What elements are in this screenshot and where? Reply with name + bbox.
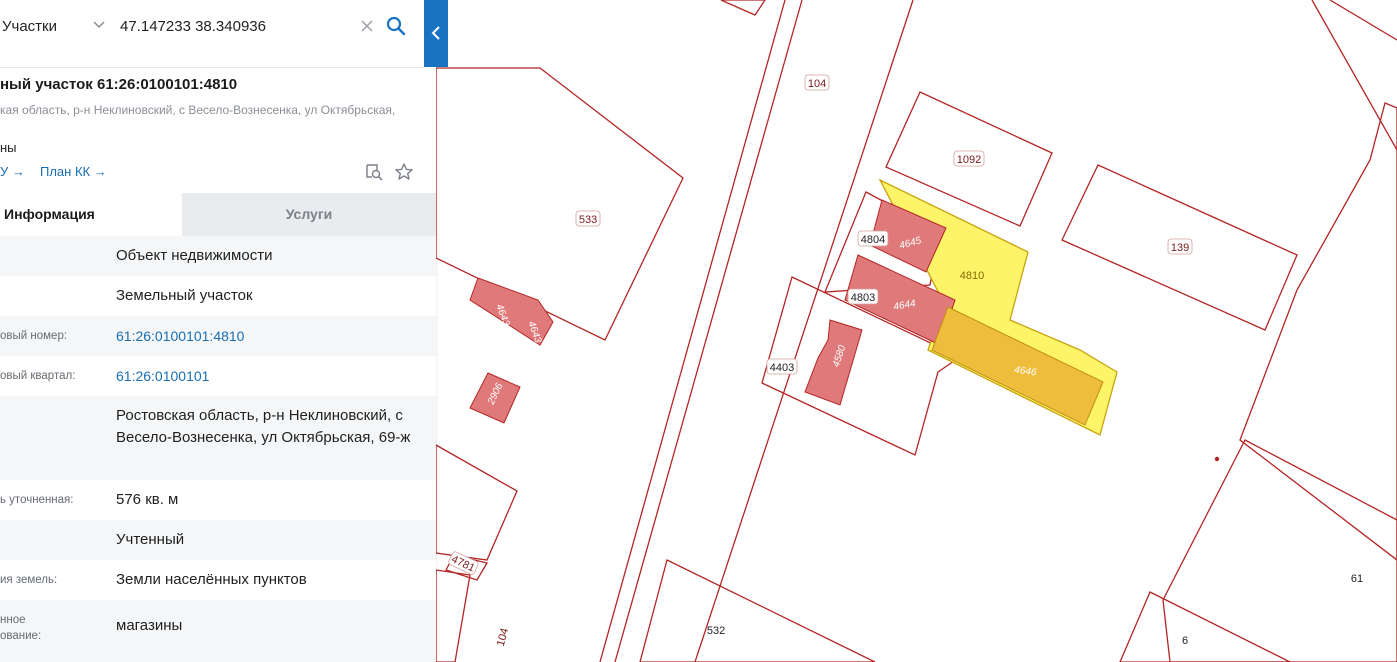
zoom-to-object-icon[interactable] [364,162,384,182]
info-row-type: Объект недвижимости [0,236,436,276]
label-104-bottom: 104 [495,627,511,648]
label-533: 533 [579,214,597,226]
label-104-top: 104 [808,78,826,90]
label-6: 6 [1182,635,1188,647]
parcel-6[interactable] [1119,591,1291,662]
label-4403: 4403 [770,362,794,374]
row-value: Объект недвижимости [116,247,273,264]
label-4804: 4804 [861,234,885,246]
row-label: нное [0,614,26,626]
label-61: 61 [1351,573,1363,585]
cadastral-quarter-link[interactable]: 61:26:0100101 [116,365,428,387]
map-point-marker [1214,456,1220,462]
row-value: Учтенный [116,531,185,548]
parcel-61[interactable] [1162,439,1397,662]
close-icon[interactable] [360,19,374,33]
row-label: овый квартал: [0,370,76,382]
row-label: ь уточненная: [0,494,74,506]
info-row-address: Ростовская область, р-н Неклиновский, с … [0,396,436,480]
tab-info-label: Информация [4,206,95,222]
row-value: Ростовская область, р-н Неклиновский, с … [116,407,411,446]
cadastral-number-link[interactable]: 61:26:0100101:4810 [116,325,428,347]
label-1092: 1092 [957,154,981,166]
info-row-permitted-use: нное ование: магазины [0,600,436,662]
category-select[interactable]: Участки [2,18,57,35]
parcel-labels: 104 533 1092 139 4810 4804 4803 4403 478… [448,74,1363,648]
info-table: Объект недвижимости Земельный участок ов… [0,236,436,662]
label-139: 139 [1171,242,1189,254]
row-value: 576 кв. м [116,491,179,508]
object-address-tail: ны [0,140,17,155]
panel-tabs: Информация Услуги [0,193,436,236]
row-label-line2: ование: [0,630,42,642]
tab-info[interactable]: Информация [0,193,182,236]
parcel-left-lower[interactable] [435,443,518,561]
parcel-532[interactable] [639,559,876,662]
link-egrn[interactable]: У → [0,164,25,179]
parcel-top-sliver[interactable] [720,0,766,16]
info-row-land-category: ия земель: Земли населённых пунктов [0,560,436,600]
info-row-kind: Земельный участок [0,276,436,316]
parcel-right-large[interactable] [1239,102,1397,561]
label-4803: 4803 [851,292,875,304]
info-row-cadastral-quarter: овый квартал: 61:26:0100101 [0,356,436,396]
search-icon[interactable] [386,16,406,36]
info-row-cadastral-number: овый номер: 61:26:0100101:4810 [0,316,436,356]
row-value: Земельный участок [116,287,253,304]
info-panel: Участки 47.147233 38.340936 ный участок … [0,0,436,662]
object-title: ный участок 61:26:0100101:4810 [0,76,238,93]
label-532: 532 [707,625,725,637]
collapse-panel-button[interactable] [424,0,448,67]
parcel-left-strip[interactable] [435,569,471,662]
row-value: Земли населённых пунктов [116,571,307,588]
search-input[interactable]: 47.147233 38.340936 [120,18,266,35]
link-plan-kk[interactable]: План КК → [40,164,107,179]
chevron-left-icon [431,26,440,40]
tab-services-label: Услуги [285,206,333,222]
label-4781: 4781 [449,553,476,574]
info-row-area: ь уточненная: 576 кв. м [0,480,436,520]
object-address-subtitle: кая область, р-н Неклиновский, с Весело-… [0,103,396,117]
row-label: овый номер: [0,330,68,342]
row-value: магазины [116,617,183,634]
tab-services[interactable]: Услуги [182,193,436,236]
label-4810: 4810 [960,270,984,282]
search-bar: Участки 47.147233 38.340936 [0,0,424,68]
row-label: ия земель: [0,574,58,586]
chevron-down-icon[interactable] [92,18,106,32]
info-row-status: Учтенный [0,520,436,560]
star-icon[interactable] [394,162,414,182]
